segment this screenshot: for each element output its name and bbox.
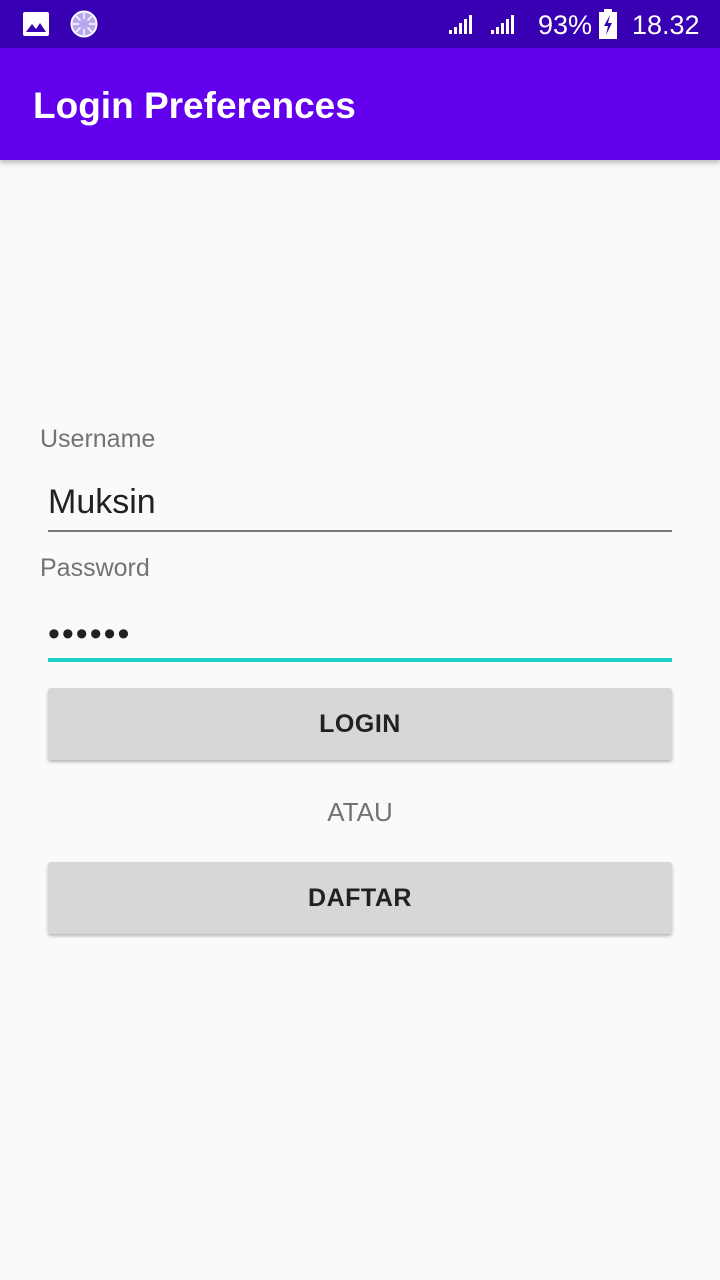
password-field[interactable]: ••••••: [48, 600, 672, 662]
signal-icon: [449, 15, 472, 34]
sync-progress-icon: [70, 10, 98, 38]
register-button[interactable]: DAFTAR: [48, 862, 672, 934]
password-label: Password: [40, 554, 150, 582]
signal-icon: [491, 15, 514, 34]
page-title: Login Preferences: [33, 85, 356, 126]
app-bar: Login Preferences: [0, 48, 720, 160]
status-bar: 93% 18.32: [0, 0, 720, 48]
separator-text: ATAU: [327, 797, 393, 827]
username-field[interactable]: Muksin: [48, 470, 672, 532]
battery-charging-icon: [599, 9, 617, 39]
username-label: Username: [40, 425, 156, 453]
username-value: Muksin: [48, 483, 156, 521]
status-time: 18.32: [632, 10, 700, 40]
login-button[interactable]: LOGIN: [48, 688, 672, 760]
password-value: ••••••: [48, 615, 132, 653]
battery-percent: 93%: [538, 10, 593, 40]
image-notification-icon: [23, 12, 49, 36]
